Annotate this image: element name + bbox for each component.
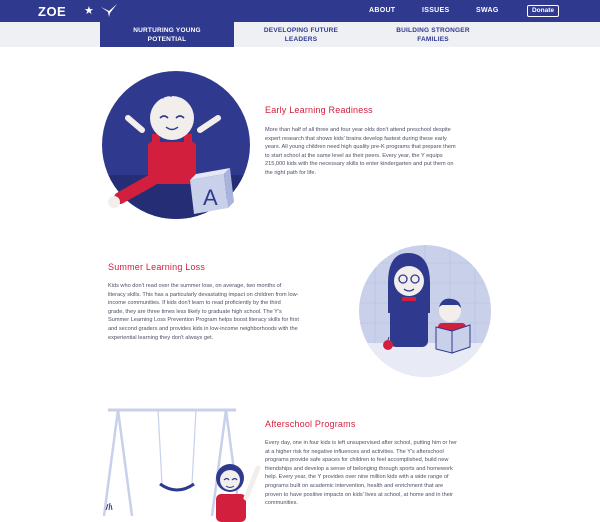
baby-with-block-illustration: A [102, 71, 250, 219]
nav-swag[interactable]: SWAG [476, 7, 499, 14]
star-icon: ★ [84, 5, 94, 17]
text-line: communities. [265, 500, 298, 507]
text-line: to start school at the same level as the… [265, 152, 443, 159]
tab-developing-future-leaders[interactable]: DEVELOPING FUTURE LEADERS [234, 22, 368, 47]
section-title-early-learning: Early Learning Readiness [265, 105, 373, 115]
text-line: at a higher risk for negative influences… [265, 448, 444, 455]
section-body-afterschool: Every day, one in four kids is left unsu… [265, 439, 510, 508]
nav-about[interactable]: ABOUT [369, 7, 395, 14]
text-line: the right path for life. [265, 169, 316, 176]
text-line: expert research that shows kids' brains … [265, 135, 447, 142]
block-letter: A [203, 185, 218, 210]
tab-label-line2: LEADERS [284, 36, 318, 43]
teacher-reading-illustration [359, 245, 491, 377]
text-line: Kids who don't read over the summer lose… [108, 283, 282, 289]
ymca-logo-icon[interactable] [100, 2, 118, 18]
tab-nurturing-young-potential[interactable]: NURTURING YOUNG POTENTIAL [100, 22, 234, 47]
text-line: proven to have positive impacts on kids'… [265, 491, 453, 498]
section-title-summer-learning: Summer Learning Loss [108, 262, 206, 272]
section-body-summer-learning: Kids who don't read over the summer lose… [108, 282, 348, 342]
zoe-logo[interactable]: ZOE [38, 4, 66, 19]
section-title-afterschool: Afterschool Programs [265, 419, 356, 429]
tab-label-line2: POTENTIAL [147, 36, 187, 43]
text-line: More than half of all three and four yea… [265, 127, 451, 133]
text-line: programs built on academic intervention,… [265, 482, 444, 489]
text-line: grade, they are three times less likely … [108, 308, 282, 315]
text-line: income communities. If kids don't learn … [108, 300, 281, 307]
text-line: programs provide safe spaces for childre… [265, 457, 449, 464]
section-body-early-learning: More than half of all three and four yea… [265, 126, 505, 178]
text-line: literacy skills. This has a particularly… [108, 291, 299, 298]
text-line: experiential learning they don't always … [108, 334, 214, 341]
nav-issues[interactable]: ISSUES [422, 7, 449, 14]
text-line: friendships and develop a sense of belon… [265, 465, 453, 472]
tab-label-line1: BUILDING STRONGER [396, 27, 470, 34]
text-line: years. All young children need high qual… [265, 144, 456, 151]
swing-set-illustration [102, 408, 261, 522]
text-line: and second graders and provides kids in … [108, 325, 298, 332]
text-line: Summer Learning Loss Prevention Program … [108, 317, 299, 324]
tab-label-line1: NURTURING YOUNG [133, 27, 201, 34]
tab-label-line1: DEVELOPING FUTURE [263, 27, 339, 34]
text-line: help. Every year, the Y provides over ni… [265, 474, 449, 481]
tab-building-stronger-families[interactable]: BUILDING STRONGER FAMILIES [366, 22, 500, 47]
tab-label-line2: FAMILIES [417, 36, 449, 43]
text-line: Every day, one in four kids is left unsu… [265, 440, 458, 446]
text-line: 215,000 kids with the necessary skills t… [265, 161, 454, 168]
donate-button[interactable]: Donate [527, 5, 559, 17]
